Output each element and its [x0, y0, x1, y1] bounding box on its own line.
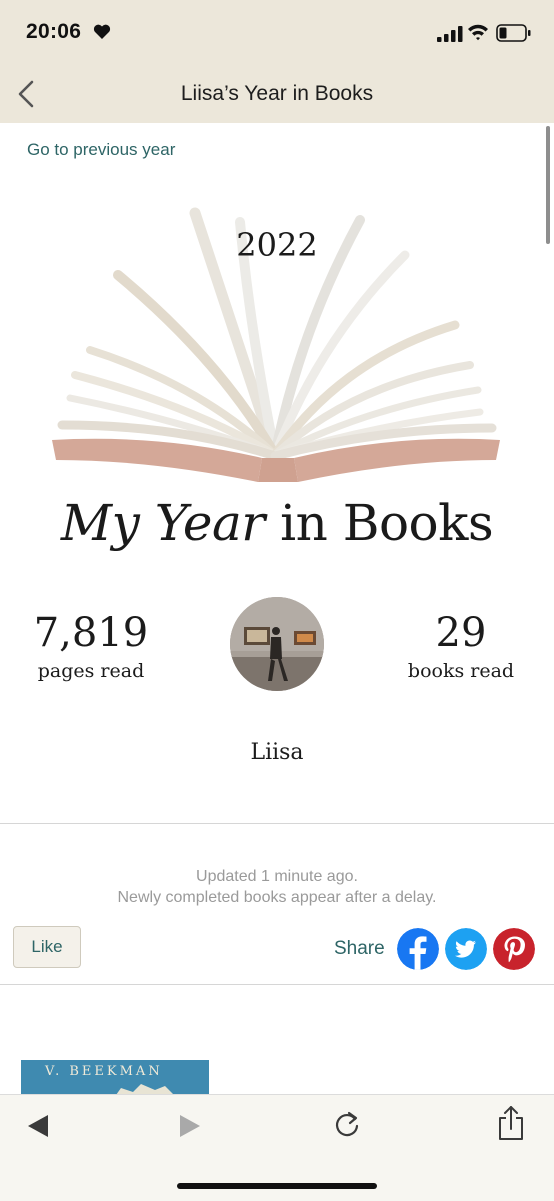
reload-icon[interactable] — [332, 1109, 362, 1141]
pinterest-icon[interactable] — [493, 928, 535, 970]
updated-note: Updated 1 minute ago. — [196, 868, 358, 885]
home-indicator[interactable] — [177, 1183, 377, 1189]
hero-title-italic: My Year — [60, 494, 265, 552]
twitter-icon[interactable] — [445, 928, 487, 970]
browser-back-icon[interactable] — [26, 1113, 50, 1139]
pages-read-value: 7,819 — [33, 610, 149, 656]
like-button[interactable]: Like — [13, 926, 81, 968]
browser-forward-icon[interactable] — [178, 1113, 202, 1139]
pages-read-label: pages read — [37, 660, 145, 682]
wifi-icon — [468, 24, 488, 41]
books-read-label: books read — [407, 660, 515, 682]
battery-icon — [496, 24, 531, 42]
hero-title-rest: in Books — [280, 494, 494, 552]
year-label: 2022 — [236, 226, 318, 264]
status-time: 20:06 — [26, 20, 82, 43]
heart-icon — [93, 24, 111, 39]
avatar-photo — [230, 597, 324, 691]
divider — [0, 984, 554, 985]
previous-year-link[interactable]: Go to previous year — [27, 140, 175, 160]
facebook-icon[interactable] — [397, 928, 439, 970]
status-bar: 20:06 — [0, 0, 554, 66]
page-title: Liisa’s Year in Books — [180, 82, 374, 105]
share-label: Share — [334, 938, 385, 959]
user-name: Liisa — [250, 740, 304, 765]
signal-icon — [437, 26, 463, 42]
share-icon[interactable] — [497, 1105, 525, 1141]
delay-note: Newly completed books appear after a del… — [117, 889, 437, 906]
hero-title: My Year in Books — [0, 494, 554, 552]
avatar[interactable] — [230, 597, 324, 691]
book-author: V. BEEKMAN — [45, 1064, 163, 1079]
books-read-value: 29 — [435, 610, 487, 656]
nav-bar: Liisa’s Year in Books — [0, 66, 554, 123]
divider — [0, 823, 554, 824]
